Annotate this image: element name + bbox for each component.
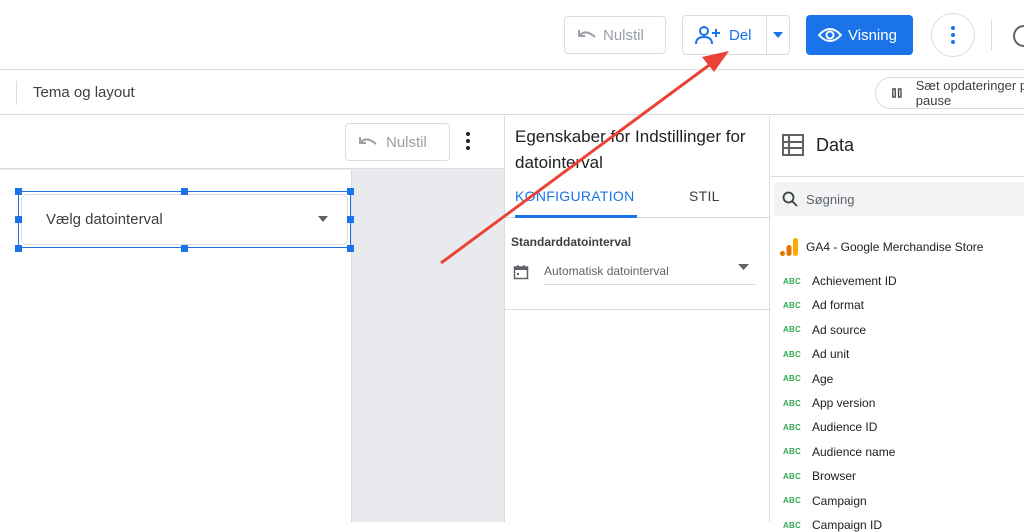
reset-button-label: Nulstil [603, 26, 644, 44]
properties-tabs: KONFIGURATION STIL [505, 180, 771, 218]
pause-icon [892, 88, 902, 98]
resize-handle-bottom[interactable] [181, 245, 188, 252]
canvas-reset-button[interactable]: Nulstil [345, 123, 450, 161]
help-button[interactable] [1012, 24, 1024, 53]
field-item[interactable]: ABC Campaign ID [783, 518, 882, 532]
caret-down-icon [773, 32, 783, 38]
report-toolbar: Tema og layout Sæt opdateringer på pause [0, 71, 1024, 115]
share-dropdown-button[interactable] [767, 16, 789, 54]
field-label: Age [812, 371, 834, 386]
pause-updates-label: Sæt opdateringer på pause [915, 78, 1024, 108]
field-item[interactable]: ABC Audience name [783, 445, 895, 459]
default-range-value: Automatisk datointerval [544, 264, 669, 278]
field-item[interactable]: ABC Ad unit [783, 347, 849, 361]
theme-layout-button[interactable]: Tema og layout [33, 84, 135, 101]
share-button-group: Del [682, 15, 790, 55]
caret-down-icon [318, 216, 328, 222]
text-dimension-icon: ABC [783, 471, 801, 481]
text-dimension-icon: ABC [783, 422, 801, 432]
canvas-subbar: Nulstil [0, 116, 504, 169]
active-tab-indicator [515, 215, 637, 218]
properties-title: Egenskaber for Indstillinger for datoint… [515, 127, 746, 172]
field-item[interactable]: ABC Achievement ID [783, 274, 897, 288]
calendar-icon [513, 265, 529, 280]
report-canvas: Nulstil Vælg datointerval [0, 116, 504, 522]
date-range-control-box: Vælg datointerval [21, 194, 348, 245]
data-panel: Data Søgning GA4 - Google Merchandise St… [771, 116, 1024, 532]
data-panel-title: Data [816, 135, 855, 155]
field-label: Audience name [812, 444, 896, 459]
more-options-button[interactable] [931, 13, 975, 57]
text-dimension-icon: ABC [783, 496, 801, 506]
person-add-icon [695, 26, 720, 45]
tab-configuration[interactable]: KONFIGURATION [515, 188, 635, 204]
default-range-label: Standarddatointerval [511, 235, 632, 249]
field-label: Achievement ID [812, 274, 897, 288]
properties-divider [505, 309, 771, 310]
caret-down-icon [738, 264, 749, 270]
field-item[interactable]: ABC Age [783, 372, 833, 386]
field-label: Ad format [812, 298, 865, 313]
data-search-input[interactable]: Søgning [774, 182, 1024, 216]
text-dimension-icon: ABC [783, 276, 801, 286]
field-label: Audience ID [812, 420, 878, 435]
text-dimension-icon: ABC [783, 300, 801, 310]
date-range-control[interactable]: Vælg datointerval [18, 191, 351, 248]
resize-handle-top-right[interactable] [347, 188, 354, 195]
field-item[interactable]: ABC Ad source [783, 323, 866, 337]
share-button[interactable]: Del [683, 16, 767, 54]
eye-icon [818, 28, 842, 42]
analytics-icon [780, 238, 798, 256]
text-dimension-icon: ABC [783, 398, 801, 408]
text-dimension-icon: ABC [783, 349, 801, 359]
field-label: Ad unit [812, 347, 850, 362]
data-panel-divider [771, 176, 1024, 177]
undo-icon [578, 30, 596, 38]
field-item[interactable]: ABC Browser [783, 469, 856, 483]
canvas-reset-label: Nulstil [386, 133, 427, 151]
resize-handle-right[interactable] [347, 216, 354, 223]
text-dimension-icon: ABC [783, 325, 801, 335]
resize-handle-top-left[interactable] [15, 188, 22, 195]
view-button[interactable]: Visning [806, 15, 913, 55]
search-icon [782, 191, 798, 207]
text-dimension-icon: ABC [783, 374, 801, 384]
more-vert-icon [951, 26, 955, 44]
data-source-name: GA4 - Google Merchandise Store [806, 240, 984, 254]
field-label: Ad source [812, 322, 867, 337]
report-page[interactable]: Vælg datointerval [0, 170, 354, 522]
toolbar-divider [16, 81, 17, 105]
header-divider [991, 20, 992, 50]
resize-handle-top[interactable] [181, 188, 188, 195]
date-range-control-label: Vælg datointerval [46, 211, 163, 228]
table-icon [782, 134, 804, 156]
resize-handle-bottom-left[interactable] [15, 245, 22, 252]
resize-handle-left[interactable] [15, 216, 22, 223]
canvas-more-button[interactable] [466, 132, 470, 155]
default-range-select[interactable]: Automatisk datointerval [544, 258, 755, 285]
properties-panel: Egenskaber for Indstillinger for datoint… [504, 116, 771, 522]
text-dimension-icon: ABC [783, 447, 801, 457]
field-item[interactable]: ABC App version [783, 396, 875, 410]
pause-updates-button[interactable]: Sæt opdateringer på pause [875, 77, 1024, 109]
field-item[interactable]: ABC Ad format [783, 298, 864, 312]
field-label: App version [812, 396, 876, 410]
undo-icon [359, 137, 377, 145]
reset-button[interactable]: Nulstil [564, 16, 666, 54]
field-label: Campaign ID [812, 518, 883, 532]
help-icon [1013, 25, 1024, 47]
resize-handle-bottom-right[interactable] [347, 245, 354, 252]
share-button-label: Del [729, 26, 752, 44]
field-item[interactable]: ABC Audience ID [783, 420, 877, 434]
field-label: Campaign [812, 493, 867, 508]
more-vert-icon [466, 132, 470, 150]
data-source-row[interactable]: GA4 - Google Merchandise Store [780, 238, 983, 256]
field-label: Browser [812, 469, 857, 484]
top-header: Nulstil Del Visning [0, 0, 1024, 70]
field-item[interactable]: ABC Campaign [783, 494, 867, 508]
view-button-label: Visning [848, 26, 897, 44]
data-search-placeholder: Søgning [806, 191, 855, 207]
tab-style[interactable]: STIL [689, 188, 720, 204]
